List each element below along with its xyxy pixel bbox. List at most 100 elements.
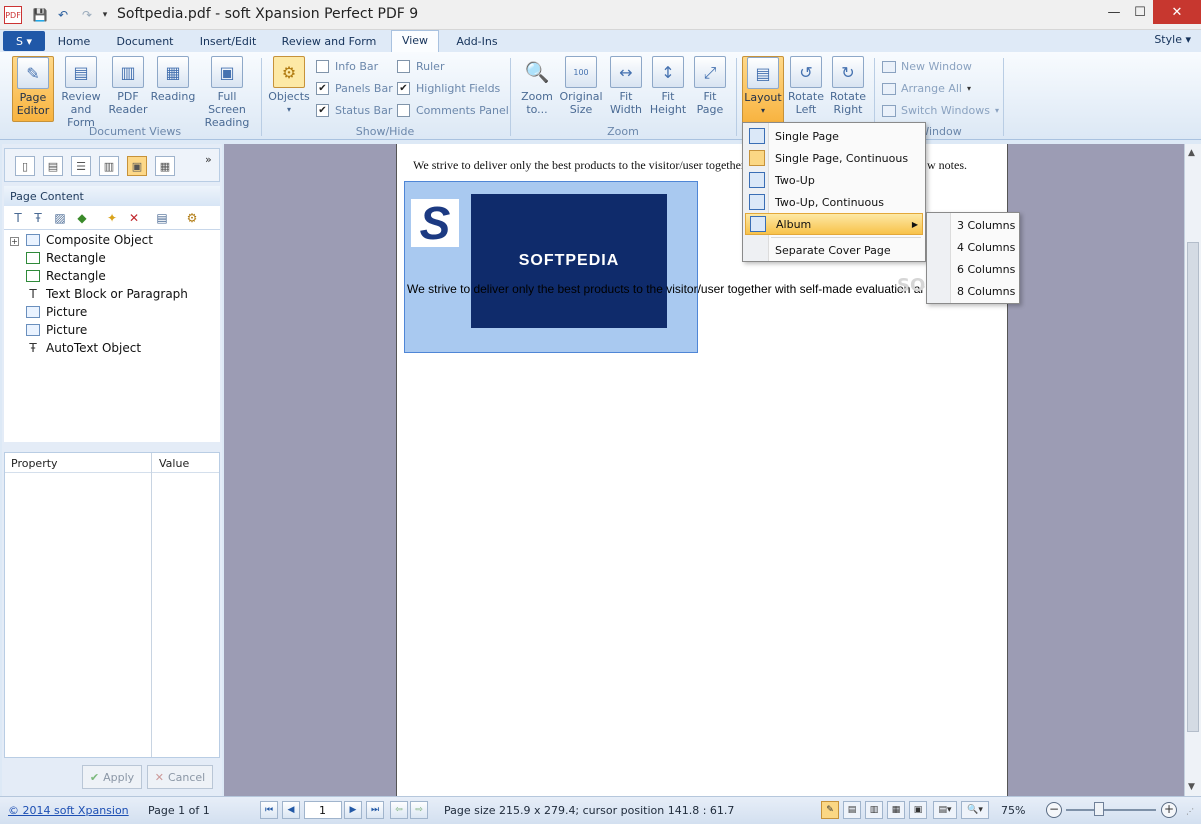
- fit-height-button[interactable]: ↕ Fit Height: [648, 56, 688, 116]
- menu-item-two-up-continuous[interactable]: Two-Up, Continuous: [745, 191, 923, 213]
- tab-review-and-form[interactable]: Review and Form: [275, 32, 383, 52]
- menu-item-single-page[interactable]: Single Page: [745, 125, 923, 147]
- document-area[interactable]: We strive to deliver only the best produ…: [224, 144, 1184, 796]
- tree-item[interactable]: T Text Block or Paragraph: [26, 285, 188, 303]
- bookmarks-panel-icon[interactable]: ▤: [43, 156, 63, 176]
- panel-overflow-icon[interactable]: »: [205, 153, 212, 166]
- menu-item-album[interactable]: Album ▶: [745, 213, 923, 235]
- menu-item-3-columns[interactable]: 3 Columns: [957, 214, 1015, 236]
- new-window-button[interactable]: New Window: [882, 60, 972, 73]
- panels-bar-checkbox[interactable]: ✔ Panels Bar: [316, 82, 393, 95]
- zoom-out-icon[interactable]: −: [1046, 802, 1062, 818]
- tab-view[interactable]: View: [391, 30, 439, 52]
- fit-width-button[interactable]: ↔ Fit Width: [606, 56, 646, 116]
- first-page-icon[interactable]: ⏮: [260, 801, 278, 819]
- redo-icon[interactable]: ↷: [78, 6, 96, 24]
- status-bar-checkbox[interactable]: ✔ Status Bar: [316, 104, 392, 117]
- tab-add-ins[interactable]: Add-Ins: [447, 32, 507, 52]
- ruler-checkbox[interactable]: Ruler: [397, 60, 444, 73]
- style-menu[interactable]: Style ▾: [1154, 33, 1191, 46]
- attachments-panel-icon[interactable]: ▦: [155, 156, 175, 176]
- highlight-fields-checkbox[interactable]: ✔ Highlight Fields: [397, 82, 500, 95]
- new-object-icon[interactable]: ✦: [104, 210, 120, 226]
- zoom-to-button[interactable]: 🔍 Zoom to...: [518, 56, 556, 117]
- menu-item-two-up[interactable]: Two-Up: [745, 169, 923, 191]
- structure-panel-icon[interactable]: ☰: [71, 156, 91, 176]
- reading-button[interactable]: ▦ Reading: [150, 56, 196, 103]
- tree-item[interactable]: Ŧ AutoText Object: [26, 339, 141, 357]
- picture-tool-icon[interactable]: ▨: [52, 210, 68, 226]
- close-button[interactable]: ✕: [1153, 0, 1201, 24]
- comments-panel-checkbox[interactable]: Comments Panel: [397, 104, 509, 117]
- scroll-up-icon[interactable]: ▲: [1188, 148, 1195, 158]
- save-icon[interactable]: 💾: [31, 6, 49, 24]
- layout-dropdown-menu: Single Page Single Page, Continuous Two-…: [742, 122, 926, 262]
- page-editor-button[interactable]: ✎ Page Editor: [12, 56, 54, 122]
- layout-button[interactable]: ▤ Layout ▾: [742, 56, 784, 124]
- last-page-icon[interactable]: ⏭: [366, 801, 384, 819]
- scrollbar-thumb[interactable]: [1187, 242, 1199, 732]
- menu-item-single-page-continuous[interactable]: Single Page, Continuous: [745, 147, 923, 169]
- text-tool-icon[interactable]: T: [10, 210, 26, 226]
- qat-customize-icon[interactable]: ▾: [96, 6, 114, 24]
- menu-item-separate-cover-page[interactable]: Separate Cover Page: [745, 239, 923, 261]
- fit-page-button[interactable]: ⤢ Fit Page: [690, 56, 730, 116]
- tree-item[interactable]: Rectangle: [26, 267, 106, 285]
- original-size-button[interactable]: 100 Original Size: [558, 56, 604, 116]
- next-page-icon[interactable]: ▶: [344, 801, 362, 819]
- shape-tool-icon[interactable]: ◆: [74, 210, 90, 226]
- review-and-form-button[interactable]: ▤ Review and Form: [56, 56, 106, 129]
- expand-icon[interactable]: +: [10, 237, 19, 246]
- undo-icon[interactable]: ↶: [54, 6, 72, 24]
- tree-item[interactable]: Picture: [26, 303, 87, 321]
- reading-view-icon[interactable]: ▦: [887, 801, 905, 819]
- maximize-button[interactable]: ☐: [1127, 0, 1153, 24]
- layout-status-icon[interactable]: ▤▾: [933, 801, 957, 819]
- rotate-right-button[interactable]: ↻ Rotate Right: [828, 56, 868, 116]
- fit-height-label-2: Height: [649, 103, 687, 116]
- back-icon[interactable]: ⇦: [390, 801, 408, 819]
- resize-grip-icon[interactable]: ⋰: [1186, 807, 1194, 816]
- arrange-all-button[interactable]: Arrange All ▾: [882, 82, 971, 95]
- rotate-left-button[interactable]: ↺ Rotate Left: [786, 56, 826, 116]
- menu-item-4-columns[interactable]: 4 Columns: [957, 236, 1015, 258]
- scroll-down-icon[interactable]: ▼: [1188, 782, 1195, 792]
- info-bar-checkbox[interactable]: Info Bar: [316, 60, 378, 73]
- apply-button[interactable]: ✔ Apply: [82, 765, 142, 789]
- menu-item-6-columns[interactable]: 6 Columns: [957, 258, 1015, 280]
- review-view-icon[interactable]: ▤: [843, 801, 861, 819]
- reader-view-icon[interactable]: ▥: [865, 801, 883, 819]
- settings-gear-icon[interactable]: ⚙: [184, 210, 200, 226]
- tree-item[interactable]: Rectangle: [26, 249, 106, 267]
- forward-icon[interactable]: ⇨: [410, 801, 428, 819]
- pdf-reader-button[interactable]: ▥ PDF Reader: [108, 56, 148, 116]
- layers-panel-icon[interactable]: ▥: [99, 156, 119, 176]
- delete-icon[interactable]: ✕: [126, 210, 142, 226]
- full-screen-reading-button[interactable]: ▣ Full Screen Reading: [198, 56, 256, 129]
- zoom-slider-thumb[interactable]: [1094, 802, 1104, 816]
- app-menu-button[interactable]: S ▾: [3, 31, 45, 51]
- minimize-button[interactable]: —: [1101, 0, 1127, 24]
- zoom-slider-track[interactable]: [1066, 809, 1156, 811]
- vertical-scrollbar[interactable]: ▲ ▼: [1184, 144, 1201, 796]
- copyright-link[interactable]: © 2014 soft Xpansion: [8, 804, 129, 817]
- tab-insert-edit[interactable]: Insert/Edit: [192, 32, 264, 52]
- menu-item-8-columns[interactable]: 8 Columns: [957, 280, 1015, 302]
- page-number-input[interactable]: 1: [304, 801, 342, 819]
- objects-button[interactable]: ⚙ Objects ▾: [268, 56, 310, 116]
- switch-windows-button[interactable]: Switch Windows ▾: [882, 104, 999, 117]
- pages-panel-icon[interactable]: ▯: [15, 156, 35, 176]
- page-content-panel-icon[interactable]: ▣: [127, 156, 147, 176]
- tree-item[interactable]: Composite Object: [26, 231, 153, 249]
- cancel-button[interactable]: ✕ Cancel: [147, 765, 213, 789]
- tab-document[interactable]: Document: [106, 32, 184, 52]
- zoom-in-icon[interactable]: +: [1161, 802, 1177, 818]
- previous-page-icon[interactable]: ◀: [282, 801, 300, 819]
- page-editor-view-icon[interactable]: ✎: [821, 801, 839, 819]
- full-screen-view-icon[interactable]: ▣: [909, 801, 927, 819]
- zoom-status-icon[interactable]: 🔍▾: [961, 801, 989, 819]
- autotext-tool-icon[interactable]: Ŧ: [30, 210, 46, 226]
- tab-home[interactable]: Home: [50, 32, 98, 52]
- properties-icon[interactable]: ▤: [154, 210, 170, 226]
- tree-item[interactable]: Picture: [26, 321, 87, 339]
